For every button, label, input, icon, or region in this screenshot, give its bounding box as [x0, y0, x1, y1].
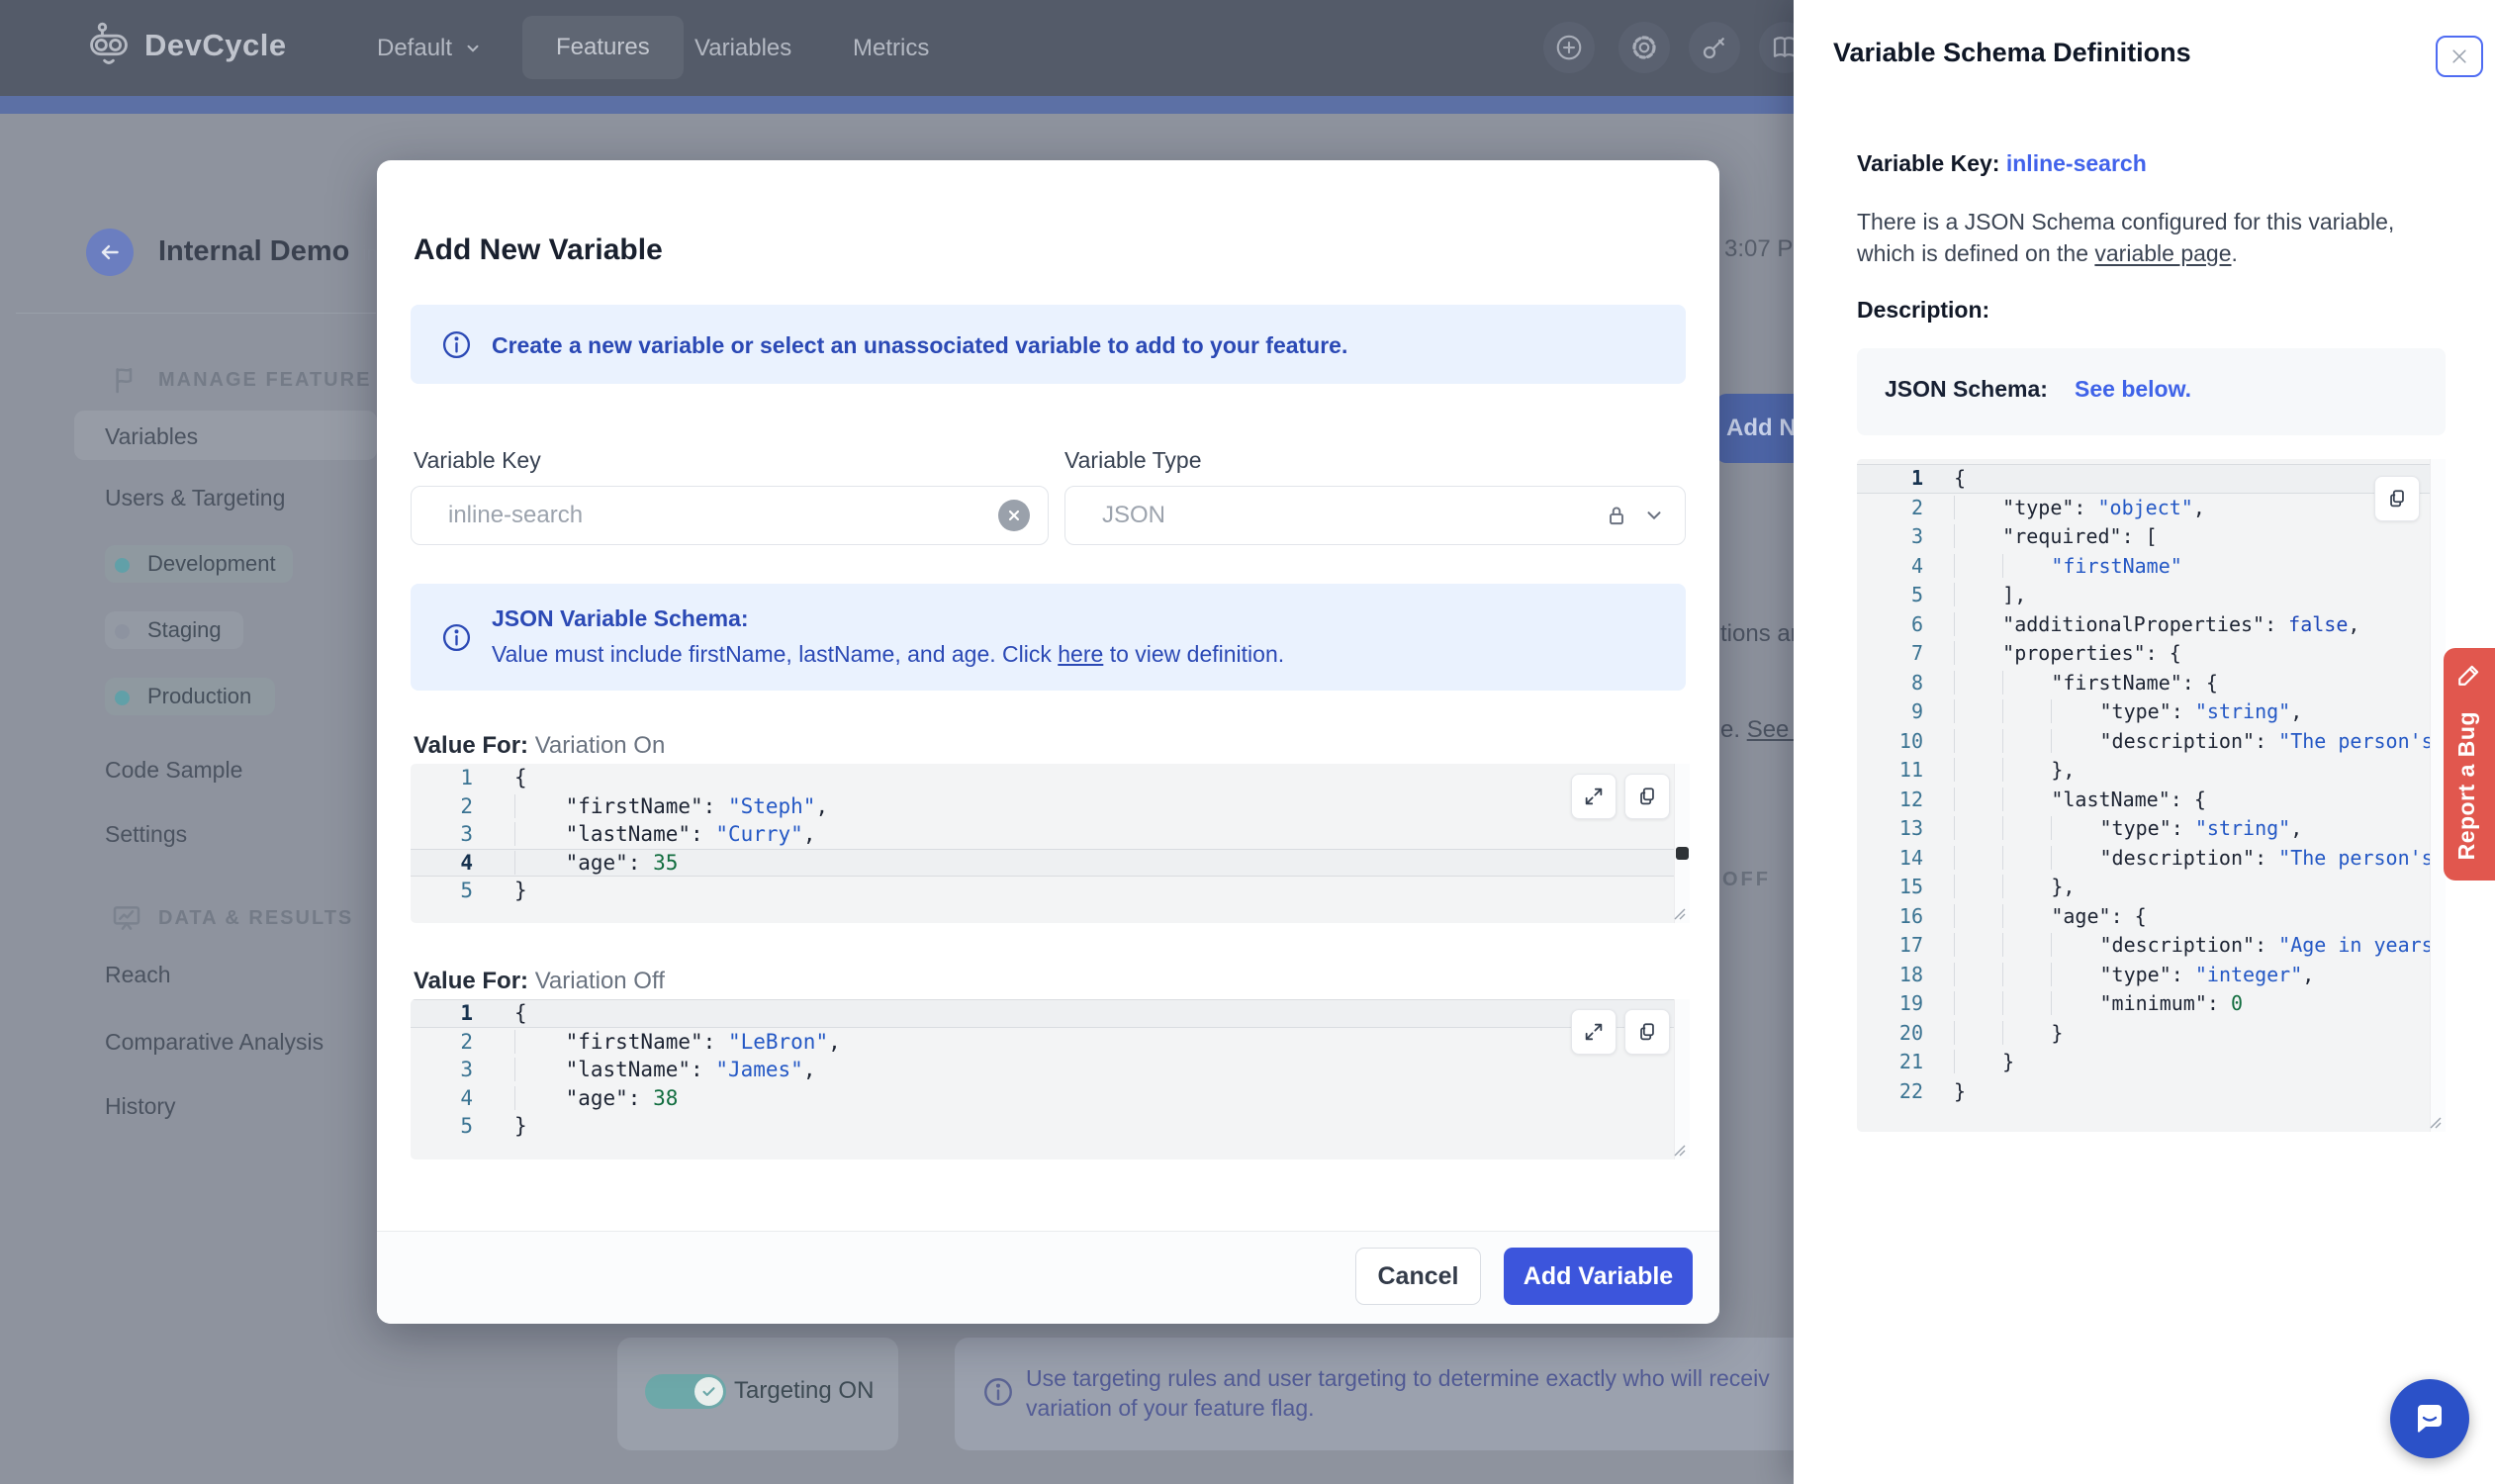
see-below-link[interactable]: See below. — [2075, 376, 2191, 403]
settings-button[interactable] — [1618, 22, 1670, 73]
create-button[interactable] — [1543, 22, 1595, 73]
back-button[interactable] — [86, 229, 134, 276]
gear-icon — [1629, 33, 1659, 62]
sidebar-item-variables[interactable]: Variables — [74, 411, 377, 460]
project-selector[interactable]: Default — [377, 0, 482, 96]
toggle-knob — [694, 1377, 723, 1406]
chevron-down-icon — [1643, 505, 1665, 526]
variable-key-input[interactable]: inline-search — [411, 486, 1049, 545]
clear-input-button[interactable] — [998, 500, 1030, 531]
variable-page-link[interactable]: variable page — [2094, 240, 2231, 266]
sidebar-item-staging[interactable]: Staging — [105, 611, 243, 649]
env-dot-production — [115, 690, 130, 705]
report-bug-tab[interactable]: Report a Bug — [2444, 648, 2495, 881]
env-dot-staging — [115, 623, 130, 639]
api-keys-button[interactable] — [1689, 22, 1740, 73]
description-heading: Description: — [1857, 297, 1990, 323]
variation-on-editor[interactable]: 1{2 "firstName": "Steph", 3 "lastName": "… — [411, 764, 1690, 923]
json-schema-label: JSON Schema: — [1885, 376, 2048, 402]
sidebar-item-production[interactable]: Production — [105, 678, 275, 715]
report-bug-label: Report a Bug — [2453, 711, 2479, 861]
chart-presentation-icon — [111, 902, 142, 934]
chat-bubble-icon — [2410, 1399, 2449, 1438]
sidebar-divider — [16, 313, 376, 314]
devcycle-app: DevCycle Default Features Variables Metr… — [0, 0, 2495, 1484]
json-schema-row: JSON Schema: See below. — [1857, 348, 2446, 435]
close-panel-button[interactable] — [2436, 36, 2483, 77]
sidebar-item-code-sample[interactable]: Code Sample — [105, 757, 242, 784]
info-icon — [440, 621, 473, 654]
text-fragment-variations: tions ar — [1720, 620, 1799, 647]
value-off-label: Value For: Variation Off — [414, 968, 665, 994]
variation-off-editor[interactable]: 1{2 "firstName": "LeBron", 3 "lastName": … — [411, 999, 1690, 1159]
chevron-down-icon — [464, 40, 482, 57]
timestamp-fragment: 3:07 P — [1724, 235, 1794, 262]
key-icon — [1700, 33, 1729, 62]
env-dot-development — [115, 557, 130, 573]
off-badge: OFF — [1722, 869, 1771, 890]
flag-icon — [111, 364, 142, 396]
info-icon — [981, 1375, 1015, 1409]
panel-title: Variable Schema Definitions — [1833, 38, 2191, 67]
schema-code-block[interactable]: 1{2 "type": "object", 3 "required": [4 "f… — [1857, 459, 2446, 1132]
variable-key-link[interactable]: inline-search — [2006, 150, 2147, 176]
panel-variable-key: Variable Key: inline-search — [1857, 150, 2147, 176]
add-variable-button[interactable]: Add Variable — [1504, 1248, 1693, 1305]
sidebar-item-settings[interactable]: Settings — [105, 821, 187, 848]
cancel-button[interactable]: Cancel — [1355, 1248, 1481, 1305]
json-schema-banner-title: JSON Variable Schema: — [492, 605, 749, 631]
plus-circle-icon — [1554, 33, 1584, 62]
nav-tab-metrics[interactable]: Metrics — [853, 0, 929, 96]
sidebar-item-development[interactable]: Development — [105, 545, 293, 583]
variable-type-select[interactable]: JSON — [1064, 486, 1686, 545]
pencil-icon — [2456, 662, 2482, 688]
variable-type-label: Variable Type — [1064, 447, 1202, 473]
variable-key-label: Variable Key — [414, 447, 541, 473]
nav-tab-features[interactable]: Features — [522, 16, 684, 79]
targeting-toggle[interactable] — [645, 1374, 726, 1409]
sidebar-item-reach[interactable]: Reach — [105, 962, 170, 988]
section-manage-feature: MANAGE FEATURE — [111, 364, 371, 396]
targeting-toggle-label: Targeting ON — [734, 1377, 875, 1404]
here-link[interactable]: here — [1058, 641, 1103, 667]
value-on-label: Value For: Variation On — [414, 732, 666, 759]
variable-schema-panel: Variable Schema Definitions Variable Key… — [1794, 0, 2495, 1484]
targeting-info-text: Use targeting rules and user targeting t… — [1026, 1365, 1770, 1421]
json-schema-banner — [411, 584, 1686, 691]
brand[interactable]: DevCycle — [87, 22, 287, 69]
info-icon — [440, 328, 473, 361]
close-icon — [2449, 46, 2469, 66]
panel-description: There is a JSON Schema configured for th… — [1857, 209, 2395, 266]
modal-footer: Cancel Add Variable — [377, 1231, 1719, 1324]
sidebar-item-users-targeting[interactable]: Users & Targeting — [105, 485, 285, 511]
nav-tab-variables[interactable]: Variables — [694, 0, 791, 96]
sidebar-item-history[interactable]: History — [105, 1093, 176, 1120]
brand-name: DevCycle — [144, 28, 287, 62]
chat-widget-button[interactable] — [2390, 1379, 2469, 1458]
modal-title: Add New Variable — [414, 233, 663, 266]
section-data-results: DATA & RESULTS — [111, 902, 353, 934]
devcycle-logo-icon — [87, 22, 131, 69]
add-variable-modal: Add New Variable Create a new variable o… — [377, 160, 1719, 1324]
info-banner-text: Create a new variable or select an unass… — [492, 332, 1348, 358]
arrow-left-icon — [97, 239, 123, 265]
json-schema-banner-body: Value must include firstName, lastName, … — [492, 641, 1285, 667]
sidebar-item-comparative-analysis[interactable]: Comparative Analysis — [105, 1029, 323, 1056]
feature-title: Internal Demo — [158, 235, 350, 267]
lock-icon — [1604, 503, 1629, 528]
